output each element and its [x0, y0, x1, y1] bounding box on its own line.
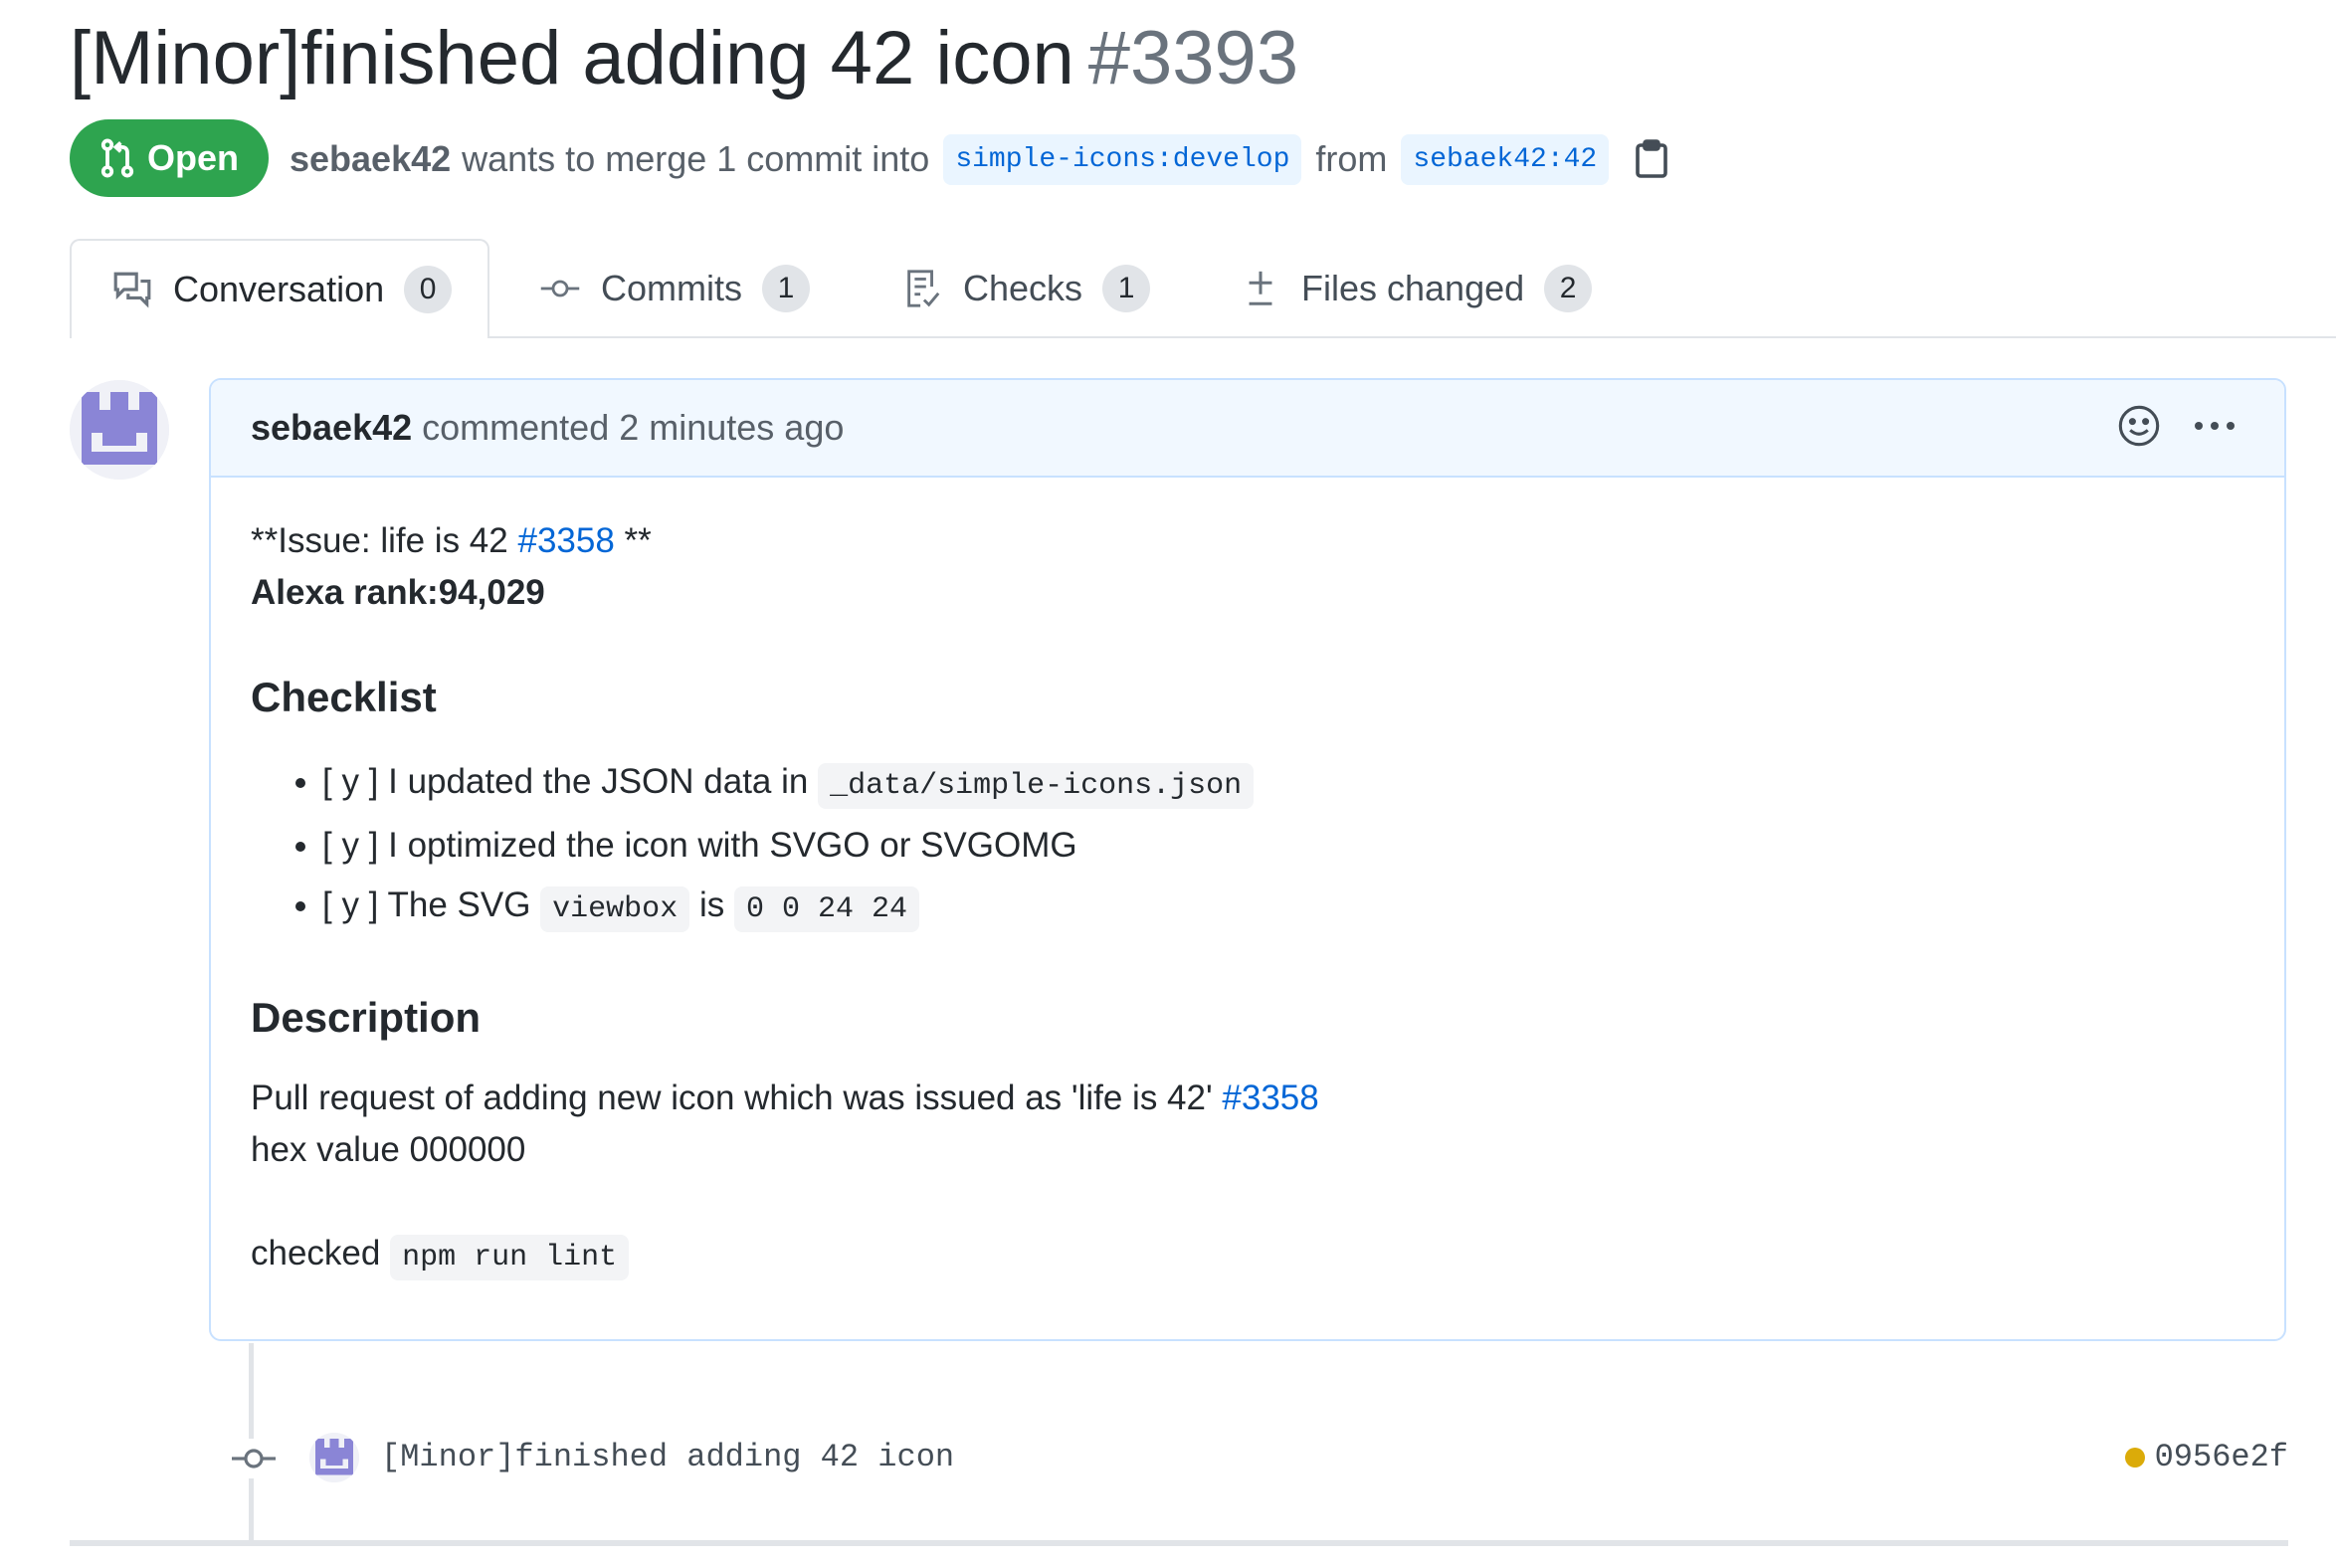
issue-suffix: **: [624, 521, 652, 560]
page-title: [Minor]finished adding 42 icon #3393: [70, 14, 1298, 103]
checklist-heading: Checklist: [251, 674, 437, 720]
comment-timestamp[interactable]: commented 2 minutes ago: [422, 407, 844, 449]
avatar[interactable]: [70, 380, 169, 480]
inline-code: _data/simple-icons.json: [818, 763, 1255, 809]
tab-counter: 1: [762, 265, 810, 312]
diff-icon: [1249, 271, 1272, 305]
comment-discussion-icon: [113, 272, 151, 308]
tab-label: Checks: [963, 268, 1083, 308]
tab-commits[interactable]: Commits 1: [539, 239, 810, 338]
pr-state-label: Open: [146, 137, 239, 178]
list-item-text: is: [698, 885, 725, 924]
list-item-text: [ y ] I updated the JSON data in: [322, 762, 809, 801]
pending-status-icon[interactable]: [2124, 1447, 2145, 1468]
git-commit-icon: [230, 1439, 278, 1478]
comment-header: sebaek42 commented 2 minutes ago: [211, 380, 2284, 478]
list-item: [ y ] The SVG viewbox is 0 0 24 24: [322, 876, 2244, 939]
pr-merge-text: wants to merge 1 commit into: [462, 138, 930, 179]
timeline-divider: [70, 1540, 2288, 1546]
tab-counter: 1: [1102, 265, 1151, 312]
checked-text: checked: [251, 1234, 381, 1273]
comment-author[interactable]: sebaek42: [251, 407, 412, 449]
identicon-icon: [309, 1433, 359, 1482]
pr-author-link[interactable]: sebaek42: [290, 138, 451, 180]
head-branch[interactable]: sebaek42:42: [1401, 133, 1610, 185]
tab-label: Files changed: [1301, 268, 1525, 308]
git-pull-request-icon: [100, 138, 134, 178]
list-item: [ y ] I updated the JSON data in _data/s…: [322, 752, 2244, 816]
tab-conversation[interactable]: Conversation 0: [70, 239, 489, 338]
pr-from-text: from: [1315, 138, 1388, 179]
tab-files-changed[interactable]: Files changed 2: [1240, 239, 1593, 338]
issue-text: **Issue: life is 42: [251, 521, 508, 560]
pr-state-badge: Open: [70, 119, 269, 197]
tab-label: Commits: [601, 268, 742, 308]
tab-label: Conversation: [173, 269, 385, 309]
tab-checks[interactable]: Checks 1: [901, 239, 1151, 338]
issue-link[interactable]: #3358: [517, 521, 614, 560]
commit-message-link[interactable]: [Minor]finished adding 42 icon: [381, 1439, 954, 1475]
checklist-icon: [907, 270, 940, 307]
commit-row: [Minor]finished adding 42 icon 0956e2f: [224, 1429, 2288, 1488]
smiley-icon[interactable]: [2117, 404, 2161, 448]
description-text: Pull request of adding new icon which wa…: [251, 1078, 1213, 1117]
checked-line: checked npm run lint: [251, 1228, 2244, 1283]
avatar[interactable]: [309, 1433, 359, 1482]
list-item-text: [ y ] I optimized the icon with SVGO or …: [322, 826, 1077, 865]
list-item: [ y ] I optimized the icon with SVGO or …: [322, 816, 2244, 876]
pr-title-text: [Minor]finished adding 42 icon: [70, 16, 1074, 100]
comment-body: **Issue: life is 42 #3358 ** Alexa rank:…: [211, 478, 2284, 1283]
kebab-horizontal-icon[interactable]: [2191, 404, 2239, 448]
comment-box: sebaek42 commented 2 minutes ago **Issue…: [209, 378, 2286, 1341]
issue-link[interactable]: #3358: [1222, 1078, 1318, 1117]
list-item-text: [ y ] The SVG: [322, 885, 531, 924]
git-commit-icon: [540, 280, 580, 297]
hex-line: hex value 000000: [251, 1130, 526, 1169]
alexa-rank: Alexa rank:94,029: [251, 573, 545, 612]
clipboard-icon[interactable]: [1635, 139, 1668, 179]
pr-meta: sebaek42 wants to merge 1 commit into si…: [290, 123, 1668, 195]
commit-sha: 0956e2f: [2124, 1439, 2288, 1475]
inline-code: 0 0 24 24: [733, 886, 919, 932]
tab-counter: 0: [404, 266, 453, 313]
base-branch[interactable]: simple-icons:develop: [943, 133, 1302, 185]
pr-number: #3393: [1087, 16, 1299, 100]
inline-code: npm run lint: [390, 1235, 630, 1280]
commit-sha-link[interactable]: 0956e2f: [2155, 1439, 2288, 1475]
issue-line: **Issue: life is 42 #3358 **: [251, 515, 2244, 567]
inline-code: viewbox: [540, 886, 690, 932]
tab-counter: 2: [1544, 265, 1593, 312]
comment-actions: [2117, 404, 2239, 448]
description-line: Pull request of adding new icon which wa…: [251, 1073, 2244, 1124]
identicon-icon: [70, 380, 169, 480]
checklist: [ y ] I updated the JSON data in _data/s…: [251, 752, 2244, 939]
description-heading: Description: [251, 994, 482, 1041]
